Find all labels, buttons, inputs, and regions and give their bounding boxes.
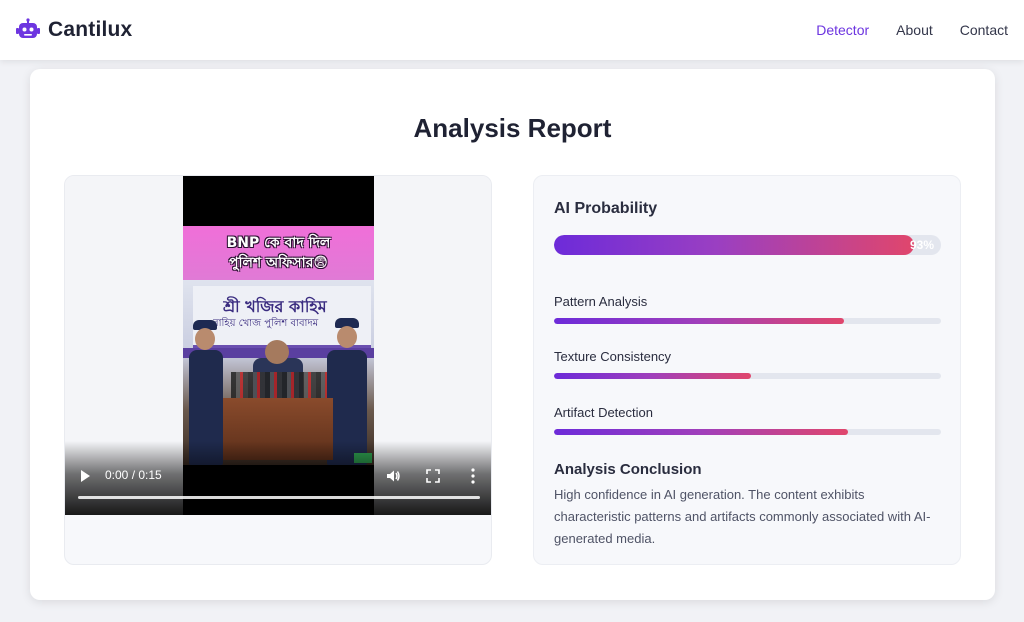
metric-label-texture: Texture Consistency (554, 349, 672, 364)
video-overlay-banner: BNP কে বাদ দিল পুলিশ অফিসার😨 (183, 226, 374, 280)
metric-fill-artifact (554, 429, 849, 435)
metric-bar-pattern (554, 318, 941, 324)
video-controls: 0:00 / 0:15 (65, 441, 491, 515)
metric-label-pattern: Pattern Analysis (554, 294, 648, 309)
metric-bar-artifact (554, 429, 941, 435)
conclusion-text: High confidence in AI generation. The co… (554, 487, 931, 546)
metric-fill-texture (554, 373, 752, 379)
ai-probability-label: AI Probability (554, 200, 658, 217)
head-center (265, 340, 289, 364)
ai-probability-bar: 93% (554, 235, 941, 255)
nav-link-about[interactable]: About (896, 22, 933, 38)
brand[interactable]: Cantilux (16, 18, 132, 42)
volume-icon[interactable] (385, 468, 401, 484)
ai-probability-value: 93% (909, 238, 934, 252)
robot-icon (16, 18, 40, 38)
video-seek-bar[interactable] (78, 496, 480, 499)
play-icon[interactable] (81, 470, 90, 482)
navbar: Cantilux Detector About Contact (0, 0, 1024, 60)
ai-probability-fill (554, 235, 914, 255)
metric-fill-pattern (554, 318, 845, 324)
microphones (231, 372, 327, 400)
conclusion-title: Analysis Conclusion (554, 461, 702, 478)
brand-name: Cantilux (48, 18, 133, 41)
video-time: 0:00 / 0:15 (105, 468, 162, 482)
video-player[interactable]: BNP কে বাদ দিল পুলিশ অফিসার😨 শ্রী খজির ক… (65, 176, 491, 515)
nav-links: Detector About Contact (816, 22, 1008, 38)
report-card: Analysis Report BNP কে বাদ দিল পুলিশ অফি… (30, 69, 995, 600)
video-overlay-line-2: পুলিশ অফিসার😨 (228, 255, 329, 271)
video-overlay-line-1: BNP কে বাদ দিল (226, 235, 331, 251)
more-options-icon[interactable] (465, 467, 481, 485)
metric-bar-texture (554, 373, 941, 379)
nav-link-detector[interactable]: Detector (816, 22, 869, 38)
analysis-panel: AI Probability 93% Pattern Analysis Text… (533, 175, 961, 565)
page-title: Analysis Report (413, 113, 612, 143)
head-left (195, 328, 215, 350)
metric-label-artifact: Artifact Detection (554, 405, 653, 420)
head-right (337, 326, 357, 348)
nav-link-contact[interactable]: Contact (960, 22, 1008, 38)
video-scene: শ্রী খজির কাহিম বাহিয় খোজ পুলিশ বাবাদম (183, 280, 374, 465)
media-panel: BNP কে বাদ দিল পুলিশ অফিসার😨 শ্রী খজির ক… (64, 175, 492, 565)
fullscreen-icon[interactable] (426, 469, 440, 483)
